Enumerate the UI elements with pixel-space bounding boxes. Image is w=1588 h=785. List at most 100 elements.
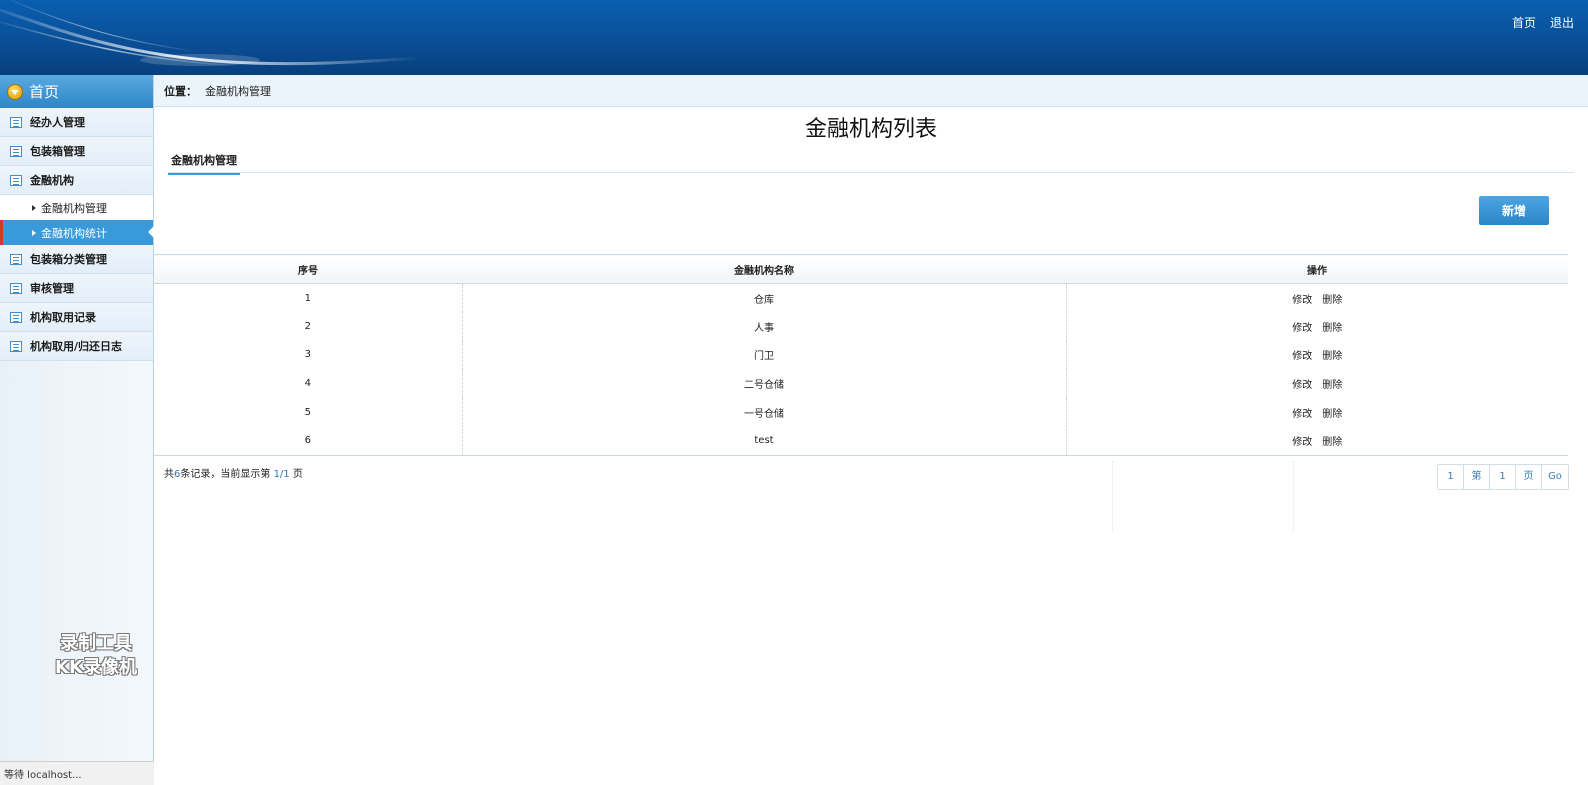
sidebar-item-label: 审核管理 bbox=[30, 282, 74, 295]
divider bbox=[1293, 461, 1294, 531]
edit-link[interactable]: 修改 bbox=[1292, 351, 1312, 362]
cell-index: 2 bbox=[304, 320, 311, 332]
page-1-button[interactable]: 1 bbox=[1438, 465, 1464, 489]
edit-link[interactable]: 修改 bbox=[1292, 409, 1312, 420]
sidebar-home[interactable]: 首页 bbox=[0, 75, 153, 108]
table-row: 1 仓库 修改 删除 bbox=[154, 283, 1568, 313]
summary-suffix: 页 bbox=[292, 469, 303, 480]
breadcrumb-current: 金融机构管理 bbox=[205, 84, 271, 98]
table-row: 2 人事 修改 删除 bbox=[154, 312, 1568, 341]
sidebar-subitem-institution-statistics[interactable]: 金融机构统计 bbox=[0, 220, 154, 245]
tab-bar: 金融机构管理 bbox=[168, 151, 1574, 175]
cell-index: 6 bbox=[154, 426, 462, 456]
list-icon bbox=[10, 174, 22, 186]
sidebar-home-label: 首页 bbox=[29, 83, 60, 101]
sidebar-subitem-label: 金融机构管理 bbox=[41, 201, 107, 215]
pagination: 1 第 1 页 Go bbox=[1437, 464, 1569, 490]
summary-mid: 条记录，当前显示第 bbox=[180, 469, 271, 480]
column-header-name: 金融机构名称 bbox=[462, 254, 1066, 284]
cell-actions: 修改 删除 bbox=[1065, 312, 1568, 341]
sidebar-item-label: 包装箱管理 bbox=[30, 145, 85, 158]
caret-right-icon bbox=[32, 204, 36, 211]
header-logout-link[interactable]: 退出 bbox=[1550, 14, 1574, 31]
list-icon bbox=[10, 253, 22, 265]
status-text: 等待 localhost... bbox=[4, 770, 82, 781]
sidebar-item-institution-pickup-records[interactable]: 机构取用记录 bbox=[0, 303, 153, 332]
table-row: 5 一号仓储 修改 删除 bbox=[154, 397, 1568, 427]
sidebar-subitem-label: 金融机构统计 bbox=[41, 226, 107, 240]
header-home-link[interactable]: 首页 bbox=[1512, 14, 1536, 31]
go-button[interactable]: Go bbox=[1542, 465, 1568, 489]
list-icon bbox=[10, 116, 22, 128]
table-row: 6 test 修改 删除 bbox=[154, 426, 1568, 456]
top-banner: 首页 退出 bbox=[0, 0, 1588, 75]
cell-name: test bbox=[461, 426, 1066, 456]
institution-table: 序号 金融机构名称 操作 1 仓库 修改 删除 2 人事 修改 删除 3 门卫 … bbox=[154, 254, 1568, 456]
watermark-line-1: 录制工具 bbox=[60, 633, 132, 654]
watermark-line-2: KK录像机 bbox=[55, 657, 137, 678]
delete-link[interactable]: 删除 bbox=[1322, 323, 1342, 334]
breadcrumb: 位置： 金融机构管理 bbox=[154, 75, 1588, 107]
cell-name: 仓库 bbox=[461, 283, 1066, 313]
record-summary: 共6条记录，当前显示第 1/1 页 bbox=[164, 465, 303, 480]
divider bbox=[1112, 461, 1113, 531]
header-links: 首页 退出 bbox=[1512, 14, 1574, 31]
sidebar-item-financial-institution[interactable]: 金融机构 bbox=[0, 166, 153, 195]
caret-right-icon bbox=[32, 229, 36, 236]
recorder-watermark: 录制工具 KK录像机 bbox=[54, 632, 138, 680]
list-icon bbox=[10, 340, 22, 352]
column-header-index: 序号 bbox=[154, 254, 462, 284]
edit-link[interactable]: 修改 bbox=[1292, 323, 1312, 334]
list-icon bbox=[10, 282, 22, 294]
cell-name: 一号仓储 bbox=[461, 397, 1066, 427]
cell-index: 3 bbox=[304, 349, 311, 361]
cell-name: 人事 bbox=[461, 312, 1066, 341]
page-number-input[interactable]: 1 bbox=[1490, 465, 1516, 489]
tab-institution-management[interactable]: 金融机构管理 bbox=[168, 151, 240, 175]
delete-link[interactable]: 删除 bbox=[1322, 295, 1342, 306]
summary-prefix: 共 bbox=[164, 469, 174, 480]
sidebar-subitem-institution-management[interactable]: 金融机构管理 bbox=[0, 195, 153, 220]
delete-link[interactable]: 删除 bbox=[1322, 409, 1342, 420]
column-header-actions: 操作 bbox=[1066, 254, 1568, 284]
main-content: 位置： 金融机构管理 金融机构列表 金融机构管理 新增 序号 金融机构名称 操作… bbox=[154, 75, 1588, 785]
page-indicator: 1/1 bbox=[273, 469, 290, 480]
edit-link[interactable]: 修改 bbox=[1292, 380, 1312, 391]
sidebar-item-label: 经办人管理 bbox=[30, 116, 85, 129]
cell-index: 5 bbox=[304, 406, 311, 418]
cell-actions: 修改 删除 bbox=[1065, 340, 1568, 370]
table-header-row: 序号 金融机构名称 操作 bbox=[154, 254, 1568, 284]
cell-index: 4 bbox=[304, 378, 311, 390]
cell-actions: 修改 删除 bbox=[1065, 369, 1568, 398]
cell-name: 二号仓储 bbox=[461, 369, 1066, 398]
table-row: 4 二号仓储 修改 删除 bbox=[154, 369, 1568, 398]
list-icon bbox=[10, 145, 22, 157]
cell-name: 门卫 bbox=[461, 340, 1066, 370]
delete-link[interactable]: 删除 bbox=[1322, 380, 1342, 391]
sidebar-item-label: 包装箱分类管理 bbox=[30, 253, 107, 266]
sidebar-item-pickup-return-log[interactable]: 机构取用/归还日志 bbox=[0, 332, 153, 361]
sidebar-item-label: 机构取用/归还日志 bbox=[30, 340, 123, 353]
banner-swoosh-graphic bbox=[0, 0, 420, 67]
page-suffix-label: 页 bbox=[1516, 465, 1542, 489]
delete-link[interactable]: 删除 bbox=[1322, 351, 1342, 362]
breadcrumb-prefix: 位置： bbox=[164, 84, 197, 98]
table-row: 3 门卫 修改 删除 bbox=[154, 340, 1568, 370]
page-title: 金融机构列表 bbox=[804, 117, 937, 142]
cell-index: 1 bbox=[304, 292, 311, 304]
list-icon bbox=[10, 311, 22, 323]
edit-link[interactable]: 修改 bbox=[1292, 295, 1312, 306]
add-button[interactable]: 新增 bbox=[1479, 196, 1549, 225]
cell-actions: 修改 删除 bbox=[1065, 397, 1568, 427]
sidebar-item-label: 机构取用记录 bbox=[30, 311, 96, 324]
collapse-circle-icon bbox=[7, 83, 23, 100]
page-prefix-label: 第 bbox=[1464, 465, 1490, 489]
sidebar-item-agent-management[interactable]: 经办人管理 bbox=[0, 108, 153, 137]
delete-link[interactable]: 删除 bbox=[1322, 437, 1342, 448]
sidebar-item-box-management[interactable]: 包装箱管理 bbox=[0, 137, 153, 166]
cell-actions: 修改 删除 bbox=[1065, 283, 1568, 313]
sidebar-item-box-category-management[interactable]: 包装箱分类管理 bbox=[0, 245, 153, 274]
sidebar-item-review-management[interactable]: 审核管理 bbox=[0, 274, 153, 303]
sidebar-item-label: 金融机构 bbox=[30, 174, 74, 187]
edit-link[interactable]: 修改 bbox=[1292, 437, 1312, 448]
